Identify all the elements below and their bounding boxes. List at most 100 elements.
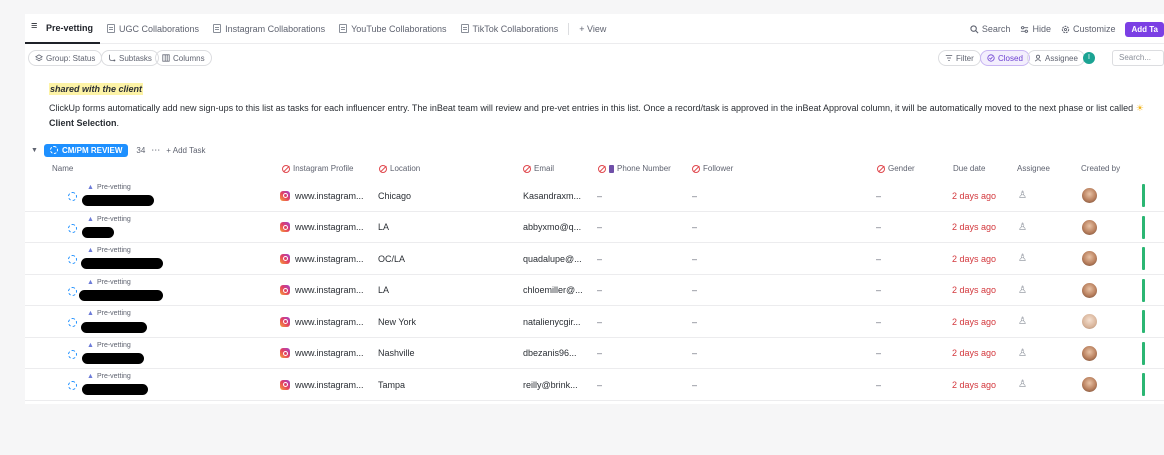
tab-tiktok-collaborations[interactable]: TikTok Collaborations [454, 14, 566, 44]
phone-cell[interactable]: – [597, 275, 602, 306]
task-status-icon[interactable] [68, 223, 77, 233]
status-badge[interactable]: CM/PM REVIEW [43, 143, 129, 157]
instagram-cell[interactable]: www.instagram... [280, 243, 364, 274]
assignee-person-icon[interactable]: ♙ [1018, 338, 1027, 369]
add-task-inline-button[interactable]: + Add Task [166, 146, 205, 155]
task-status-icon[interactable] [68, 318, 77, 327]
gender-cell[interactable]: – [876, 212, 881, 243]
more-icon[interactable]: ⋯ [151, 145, 160, 156]
due-date-cell[interactable]: 2 days ago [952, 180, 996, 211]
tab-youtube-collaborations[interactable]: YouTube Collaborations [332, 14, 453, 44]
phone-cell[interactable]: – [597, 306, 602, 337]
instagram-cell[interactable]: www.instagram... [280, 369, 364, 400]
phone-cell[interactable]: – [597, 212, 602, 243]
follower-cell[interactable]: – [692, 275, 697, 306]
creator-avatar[interactable] [1082, 345, 1097, 361]
location-cell[interactable]: Nashville [378, 338, 415, 369]
phone-cell[interactable]: – [597, 243, 602, 274]
gender-cell[interactable]: – [876, 306, 881, 337]
assignee-person-icon[interactable]: ♙ [1018, 243, 1027, 274]
instagram-cell[interactable]: www.instagram... [280, 180, 364, 211]
follower-cell[interactable]: – [692, 338, 697, 369]
instagram-cell[interactable]: www.instagram... [280, 338, 364, 369]
col-created-by[interactable]: Created by [1081, 164, 1120, 173]
creator-avatar[interactable] [1082, 219, 1097, 235]
follower-cell[interactable]: – [692, 306, 697, 337]
gender-cell[interactable]: – [876, 369, 881, 400]
due-date-cell[interactable]: 2 days ago [952, 275, 996, 306]
follower-cell[interactable]: – [692, 180, 697, 211]
follower-cell[interactable]: – [692, 243, 697, 274]
table-row[interactable]: ▲ Pre-vetting www.instagram... LA abbyxmo… [25, 212, 1164, 243]
collapse-caret-icon[interactable]: ▼ [31, 147, 38, 154]
due-date-cell[interactable]: 2 days ago [952, 306, 996, 337]
assignee-filter-button[interactable]: Assignee [1027, 50, 1085, 66]
creator-avatar[interactable] [1082, 251, 1097, 266]
col-follower[interactable]: Follower [692, 164, 733, 173]
group-by-button[interactable]: Group: Status [28, 50, 103, 66]
assignee-person-icon[interactable]: ♙ [1018, 275, 1027, 306]
gender-cell[interactable]: – [876, 338, 881, 369]
add-view-button[interactable]: + View [572, 14, 613, 44]
parent-list-tag[interactable]: ▲ Pre-vetting [87, 279, 131, 286]
parent-list-tag[interactable]: ▲ Pre-vetting [87, 216, 131, 223]
col-location[interactable]: Location [379, 164, 420, 173]
avatar[interactable]: I [1083, 52, 1095, 64]
table-row[interactable]: ▲ Pre-vetting www.instagram... Nashville … [25, 338, 1164, 369]
instagram-cell[interactable]: www.instagram... [280, 212, 364, 243]
tab-ugc-collaborations[interactable]: UGC Collaborations [100, 14, 206, 44]
search-button[interactable]: Search [970, 24, 1010, 34]
location-cell[interactable]: New York [378, 306, 416, 337]
email-cell[interactable]: dbezanis96... [523, 338, 577, 369]
instagram-cell[interactable]: www.instagram... [280, 275, 364, 306]
col-instagram-profile[interactable]: Instagram Profile [282, 164, 353, 173]
assignee-person-icon[interactable]: ♙ [1018, 306, 1027, 337]
task-status-icon[interactable] [68, 192, 77, 201]
col-name[interactable]: Name [52, 164, 73, 173]
table-row[interactable]: ▲ Pre-vetting www.instagram... Chicago Ka… [25, 180, 1164, 212]
instagram-cell[interactable]: www.instagram... [280, 306, 364, 337]
location-cell[interactable]: Tampa [378, 369, 405, 400]
phone-cell[interactable]: – [597, 338, 602, 369]
email-cell[interactable]: abbyxmo@q... [523, 212, 581, 243]
col-email[interactable]: Email [523, 164, 554, 173]
due-date-cell[interactable]: 2 days ago [952, 369, 996, 400]
task-status-icon[interactable] [68, 255, 77, 264]
col-gender[interactable]: Gender [877, 164, 915, 173]
location-cell[interactable]: Chicago [378, 180, 411, 211]
email-cell[interactable]: quadalupe@... [523, 243, 582, 274]
col-assignee[interactable]: Assignee [1017, 164, 1050, 173]
creator-avatar[interactable] [1082, 282, 1097, 298]
location-cell[interactable]: OC/LA [378, 243, 405, 274]
gender-cell[interactable]: – [876, 243, 881, 274]
col-due-date[interactable]: Due date [953, 164, 985, 173]
add-task-button[interactable]: Add Ta [1125, 21, 1164, 37]
phone-cell[interactable]: – [597, 369, 602, 400]
email-cell[interactable]: Kasandraxm... [523, 180, 581, 211]
task-status-icon[interactable] [68, 286, 77, 296]
email-cell[interactable]: reilly@brink... [523, 369, 578, 400]
due-date-cell[interactable]: 2 days ago [952, 212, 996, 243]
creator-avatar[interactable] [1082, 377, 1097, 392]
tab-pre-vetting[interactable]: Pre-vetting [25, 14, 101, 44]
follower-cell[interactable]: – [692, 369, 697, 400]
email-cell[interactable]: natalienycgir... [523, 306, 581, 337]
search-input[interactable]: Search... [1112, 50, 1164, 66]
parent-list-tag[interactable]: ▲ Pre-vetting [87, 310, 131, 317]
follower-cell[interactable]: – [692, 212, 697, 243]
email-cell[interactable]: chloemiller@... [523, 275, 583, 306]
task-status-icon[interactable] [68, 381, 77, 390]
filter-button[interactable]: Filter [938, 50, 981, 66]
hide-button[interactable]: Hide [1020, 24, 1051, 34]
columns-button[interactable]: Columns [155, 50, 212, 66]
tab-instagram-collaborations[interactable]: Instagram Collaborations [206, 14, 332, 44]
subtasks-button[interactable]: Subtasks [101, 50, 159, 66]
col-phone-number[interactable]: Phone Number [598, 164, 671, 173]
assignee-person-icon[interactable]: ♙ [1018, 369, 1027, 400]
table-row[interactable]: ▲ Pre-vetting www.instagram... LA chloemi… [25, 275, 1164, 306]
table-row[interactable]: ▲ Pre-vetting www.instagram... OC/LA quad… [25, 243, 1164, 275]
location-cell[interactable]: LA [378, 275, 389, 306]
creator-avatar[interactable] [1082, 188, 1097, 203]
table-row[interactable]: ▲ Pre-vetting www.instagram... Tampa reil… [25, 369, 1164, 401]
assignee-person-icon[interactable]: ♙ [1018, 212, 1027, 243]
